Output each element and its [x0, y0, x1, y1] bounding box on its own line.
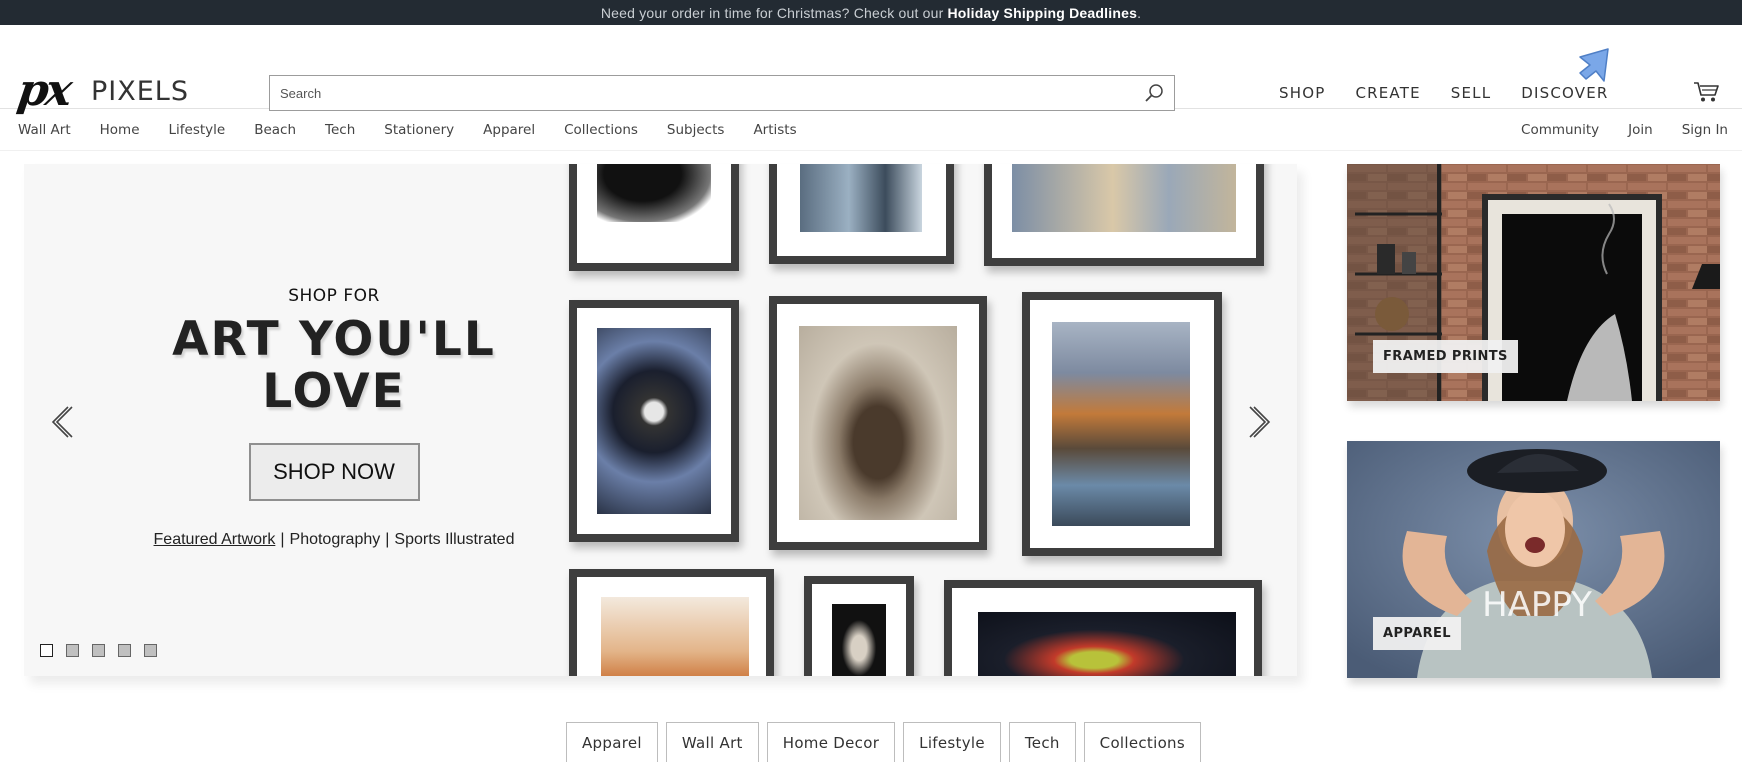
artwork-ink — [597, 164, 711, 222]
logo[interactable]: px PIXELS — [14, 65, 189, 116]
link-separator: | — [280, 531, 285, 548]
shirt-print-text: HAPPY — [1482, 585, 1592, 625]
photography-link[interactable]: Photography — [290, 531, 381, 548]
search-box — [269, 75, 1175, 111]
category-pills: Apparel Wall Art Home Decor Lifestyle Te… — [566, 722, 1209, 762]
framed-prints-label: FRAMED PRINTS — [1373, 340, 1518, 373]
frame-mid-2 — [769, 296, 987, 550]
chevron-right-icon[interactable] — [1246, 404, 1274, 440]
catnav-artists[interactable]: Artists — [753, 122, 796, 138]
promo-end: . — [1137, 4, 1142, 21]
category-nav-left: Wall Art Home Lifestyle Beach Tech Stati… — [18, 109, 826, 151]
search-input[interactable] — [270, 76, 1120, 110]
catnav-stationery[interactable]: Stationery — [384, 122, 454, 138]
promo-banner: Need your order in time for Christmas? C… — [0, 0, 1742, 25]
community-link[interactable]: Community — [1521, 122, 1599, 138]
catnav-collections[interactable]: Collections — [564, 122, 638, 138]
artwork-cabin — [1052, 322, 1190, 526]
frame-mid-3 — [1022, 292, 1222, 556]
catnav-tech[interactable]: Tech — [325, 122, 355, 138]
logo-mark: px — [14, 65, 73, 116]
nav-sell[interactable]: SELL — [1451, 84, 1492, 102]
search-icon[interactable] — [1144, 83, 1164, 103]
artwork-city — [800, 164, 922, 232]
pill-lifestyle[interactable]: Lifestyle — [903, 722, 1001, 762]
artwork-shell — [832, 604, 886, 676]
category-nav-right: Community Join Sign In — [1492, 109, 1728, 151]
apparel-label: APPAREL — [1373, 617, 1461, 650]
catnav-wall-art[interactable]: Wall Art — [18, 122, 71, 138]
frame-top-1 — [569, 164, 739, 271]
holiday-shipping-link[interactable]: Holiday Shipping Deadlines — [948, 5, 1138, 21]
artwork-watercolor — [1012, 164, 1236, 232]
category-nav: Wall Art Home Lifestyle Beach Tech Stati… — [0, 109, 1742, 151]
hero-copy: SHOP FOR ART YOU'LL LOVE SHOP NOW Featur… — [114, 286, 554, 549]
frame-top-2 — [769, 164, 954, 264]
pill-home-decor[interactable]: Home Decor — [766, 722, 896, 762]
framed-prints-card[interactable]: FRAMED PRINTS — [1347, 164, 1720, 401]
catnav-apparel[interactable]: Apparel — [483, 122, 535, 138]
hero-subtitle: SHOP FOR — [288, 286, 380, 306]
carousel-dots — [40, 644, 170, 657]
frame-bottom-3 — [944, 580, 1262, 676]
pill-tech[interactable]: Tech — [1008, 722, 1076, 762]
hero-title-line-2: LOVE — [262, 364, 406, 419]
site-header: px PIXELS SHOP CREATE SELL DISCOVER — [0, 25, 1742, 116]
catnav-home[interactable]: Home — [100, 122, 140, 138]
carousel-dot-3[interactable] — [92, 644, 105, 657]
carousel-dot-1[interactable] — [40, 644, 53, 657]
carousel-dot-4[interactable] — [118, 644, 131, 657]
hero-links: Featured Artwork | Photography | Sports Illu… — [114, 531, 554, 549]
artwork-propeller — [597, 328, 711, 514]
carousel-dot-2[interactable] — [66, 644, 79, 657]
pill-wall-art[interactable]: Wall Art — [665, 722, 759, 762]
artwork-cocktail — [978, 612, 1236, 676]
cart-icon[interactable] — [1693, 81, 1719, 103]
hero-carousel: SHOP FOR ART YOU'LL LOVE SHOP NOW Featur… — [24, 164, 1297, 676]
mouse-cursor-icon — [1579, 48, 1609, 82]
artwork-antlers — [601, 597, 749, 676]
frame-bottom-2 — [804, 576, 914, 676]
join-link[interactable]: Join — [1628, 122, 1653, 138]
artwork-moose — [799, 326, 957, 520]
nav-create[interactable]: CREATE — [1355, 84, 1420, 102]
catnav-subjects[interactable]: Subjects — [667, 122, 725, 138]
frame-bottom-1 — [569, 569, 774, 676]
apparel-card[interactable]: HAPPY APPAREL — [1347, 441, 1720, 678]
carousel-dot-5[interactable] — [144, 644, 157, 657]
frame-top-3 — [984, 164, 1264, 266]
logo-text: PIXELS — [91, 75, 189, 107]
featured-artwork-link[interactable]: Featured Artwork — [154, 531, 276, 548]
main-nav: SHOP CREATE SELL DISCOVER — [1279, 84, 1639, 102]
nav-discover[interactable]: DISCOVER — [1521, 84, 1608, 102]
catnav-lifestyle[interactable]: Lifestyle — [169, 122, 226, 138]
frame-mid-1 — [569, 300, 739, 542]
pill-collections[interactable]: Collections — [1083, 722, 1201, 762]
link-separator: | — [385, 531, 390, 548]
promo-text: Need your order in time for Christmas? C… — [600, 4, 944, 21]
chevron-left-icon[interactable] — [48, 404, 76, 440]
shop-now-button[interactable]: SHOP NOW — [248, 443, 420, 501]
sports-illustrated-link[interactable]: Sports Illustrated — [394, 531, 514, 548]
hero-title: ART YOU'LL LOVE — [114, 314, 554, 418]
nav-shop[interactable]: SHOP — [1279, 84, 1325, 102]
sign-in-link[interactable]: Sign In — [1682, 122, 1728, 138]
catnav-beach[interactable]: Beach — [254, 122, 296, 138]
pill-apparel[interactable]: Apparel — [566, 722, 658, 762]
hero-title-line-1: ART YOU'LL — [172, 312, 496, 367]
